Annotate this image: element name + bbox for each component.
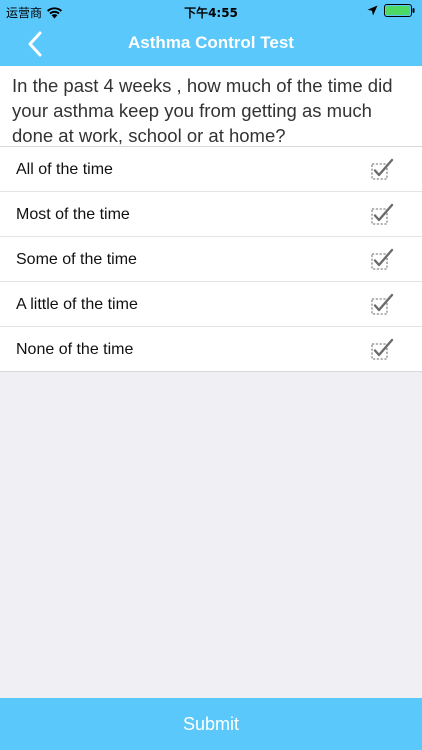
battery-icon [384, 4, 415, 17]
option-label: A little of the time [16, 296, 138, 313]
option-a-little-of-the-time[interactable]: A little of the time [0, 282, 422, 327]
checkbox-check-icon[interactable] [370, 293, 394, 317]
options-list: All of the time Most of the time Some of… [0, 146, 422, 372]
option-label: Most of the time [16, 206, 130, 223]
status-right-group [367, 4, 416, 17]
top-bar: 运营商 下午4:55 Asthma Control Test [0, 0, 422, 66]
page-title: Asthma Control Test [128, 33, 294, 52]
nav-bar: Asthma Control Test [0, 22, 422, 66]
option-all-of-the-time[interactable]: All of the time [0, 147, 422, 192]
submit-button[interactable]: Submit [0, 698, 422, 750]
option-label: None of the time [16, 341, 134, 358]
question-text: In the past 4 weeks , how much of the ti… [0, 66, 422, 146]
checkbox-check-icon[interactable] [370, 158, 394, 182]
option-most-of-the-time[interactable]: Most of the time [0, 192, 422, 237]
option-some-of-the-time[interactable]: Some of the time [0, 237, 422, 282]
option-label: All of the time [16, 161, 113, 178]
status-time: 下午4:55 [184, 6, 238, 20]
checkbox-check-icon[interactable] [370, 248, 394, 272]
checkbox-check-icon[interactable] [370, 203, 394, 227]
location-arrow-icon [367, 5, 378, 16]
status-bar: 运营商 下午4:55 [0, 0, 422, 22]
checkbox-check-icon[interactable] [370, 338, 394, 362]
option-none-of-the-time[interactable]: None of the time [0, 327, 422, 371]
option-label: Some of the time [16, 251, 137, 268]
